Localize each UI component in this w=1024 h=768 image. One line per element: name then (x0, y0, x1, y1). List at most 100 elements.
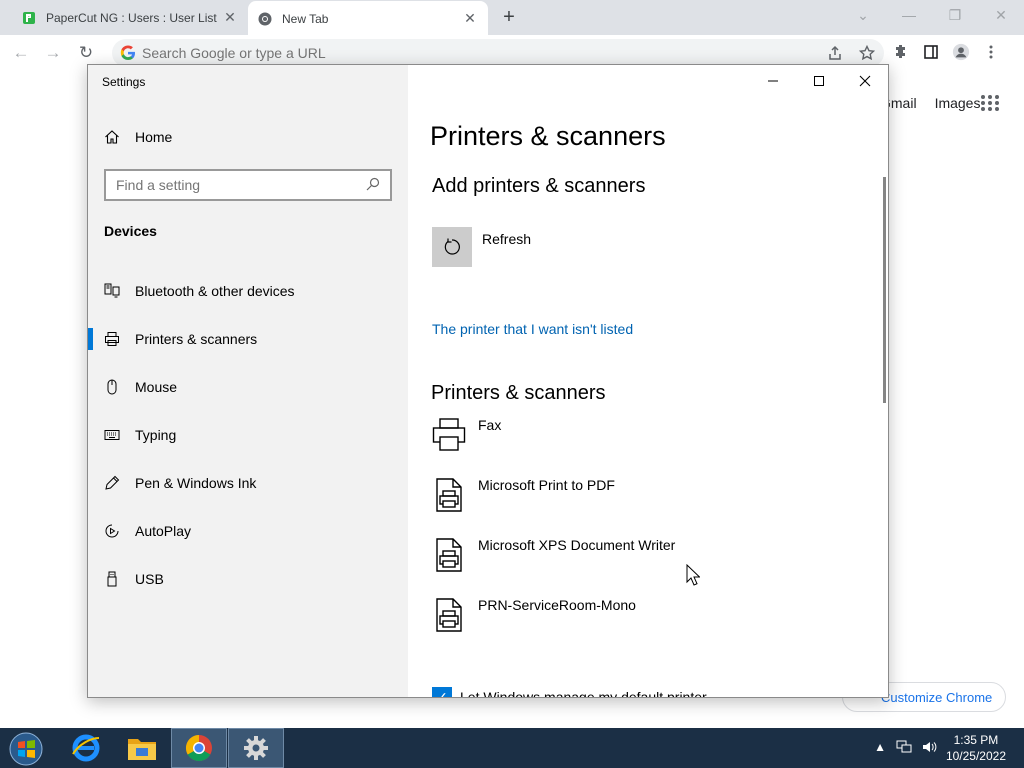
close-icon[interactable]: ✕ (462, 10, 478, 27)
devices-nav-list: Bluetooth & other devices Printers & sca… (88, 267, 408, 603)
clock-time: 1:35 PM (953, 733, 999, 747)
start-button[interactable] (8, 731, 44, 767)
reload-icon[interactable]: ↻ (73, 40, 99, 66)
printer-icon (104, 331, 120, 347)
printers-list-heading: Printers & scanners (431, 382, 606, 404)
profile-avatar-icon[interactable] (952, 43, 970, 61)
tab-new-tab[interactable]: New Tab ✕ (248, 1, 488, 36)
google-icon (120, 45, 135, 60)
bluetooth-devices-icon (104, 283, 120, 299)
side-panel-icon[interactable] (922, 43, 940, 61)
section-label-devices: Devices (104, 223, 157, 239)
search-icon[interactable] (366, 177, 380, 194)
sidebar-item-typing[interactable]: Typing (88, 411, 408, 459)
menu-kebab-icon[interactable] (982, 43, 1000, 61)
clock-date: 10/25/2022 (945, 749, 1006, 763)
checkbox-label: Let Windows manage my default printer (460, 689, 707, 698)
apps-grid-icon[interactable] (980, 94, 1000, 112)
taskbar-clock[interactable]: 1:35 PM 10/25/2022 (946, 732, 1006, 764)
sidebar-item-label: AutoPlay (135, 523, 192, 539)
new-tab-button[interactable]: + (498, 6, 520, 28)
refresh-icon (444, 238, 460, 255)
close-icon[interactable]: ✕ (222, 9, 238, 26)
usb-icon (104, 571, 120, 587)
keyboard-icon (104, 427, 120, 443)
printer-item-pdf[interactable]: Microsoft Print to PDF (432, 475, 675, 535)
tab-title: New Tab (282, 11, 329, 26)
sidebar-item-bluetooth[interactable]: Bluetooth & other devices (88, 267, 408, 315)
printer-name: Microsoft XPS Document Writer (478, 537, 676, 553)
default-printer-checkbox-row[interactable]: ✓ Let Windows manage my default printer (432, 687, 707, 698)
tab-title: PaperCut NG : Users : User List (46, 10, 217, 25)
settings-taskbar-button[interactable] (228, 728, 284, 768)
document-printer-icon (432, 595, 466, 635)
document-printer-icon (432, 475, 466, 515)
sidebar-item-autoplay[interactable]: AutoPlay (88, 507, 408, 555)
sidebar-item-mouse[interactable]: Mouse (88, 363, 408, 411)
show-hidden-icons-icon[interactable]: ▲ (874, 740, 886, 757)
extensions-icon[interactable] (892, 43, 910, 61)
home-label: Home (135, 129, 173, 145)
fax-printer-icon (432, 415, 466, 455)
sidebar-item-pen[interactable]: Pen & Windows Ink (88, 459, 408, 507)
images-link[interactable]: Images (935, 95, 981, 111)
star-icon[interactable] (858, 44, 876, 62)
sidebar-item-usb[interactable]: USB (88, 555, 408, 603)
document-printer-icon (432, 535, 466, 575)
forward-icon[interactable]: → (40, 40, 66, 66)
omnibox[interactable] (112, 39, 884, 67)
printer-name: Microsoft Print to PDF (478, 477, 615, 493)
internet-explorer-icon (72, 734, 100, 762)
windows-taskbar: ▲ 1:35 PM 10/25/2022 (0, 728, 1024, 768)
back-icon[interactable]: ← (8, 40, 34, 66)
window-title: Settings (102, 75, 146, 89)
refresh-label: Refresh (482, 231, 532, 247)
refresh-tile[interactable] (432, 227, 472, 267)
printer-item-xps[interactable]: Microsoft XPS Document Writer (432, 535, 675, 595)
settings-window: Settings Home Devices Bluetooth & other … (87, 64, 889, 698)
close-icon[interactable]: ✕ (978, 0, 1024, 30)
omnibox-input[interactable] (142, 45, 742, 61)
add-printers-heading: Add printers & scanners (432, 175, 646, 197)
chrome-icon (258, 12, 272, 26)
sidebar-item-label: USB (135, 571, 164, 587)
printer-not-listed-link[interactable]: The printer that I want isn't listed (432, 321, 633, 337)
sidebar-item-label: Typing (135, 427, 177, 443)
sidebar-item-label: Printers & scanners (135, 331, 258, 347)
restore-icon[interactable]: ❐ (932, 0, 978, 30)
gear-icon (244, 736, 268, 760)
minimize-icon[interactable]: — (886, 0, 932, 30)
sidebar-item-label: Mouse (135, 379, 178, 395)
chrome-taskbar-button[interactable] (171, 728, 227, 768)
sidebar-item-printers[interactable]: Printers & scanners (88, 315, 408, 363)
refresh-button[interactable]: Refresh (432, 227, 531, 267)
network-icon[interactable] (896, 740, 912, 757)
printer-item-serviceroom[interactable]: PRN-ServiceRoom-Mono (432, 595, 675, 655)
checkbox-checked-icon[interactable]: ✓ (432, 687, 452, 697)
share-icon[interactable] (826, 44, 844, 62)
autoplay-icon (104, 523, 120, 539)
printer-list: Fax Microsoft Print to PDF Microsoft XPS… (432, 415, 675, 655)
chrome-icon (185, 734, 212, 762)
internet-explorer-taskbar-button[interactable] (58, 728, 114, 768)
file-explorer-taskbar-button[interactable] (114, 728, 170, 768)
browser-window-controls: ⌄ — ❐ ✕ (840, 0, 1024, 30)
printer-name: Fax (478, 417, 502, 433)
sidebar-item-home[interactable]: Home (104, 129, 172, 145)
content-scrollbar[interactable] (883, 177, 886, 403)
mouse-icon (104, 379, 120, 395)
customize-chrome-label: Customize Chrome (881, 689, 993, 705)
find-setting-input[interactable] (116, 177, 366, 193)
volume-icon[interactable] (922, 740, 938, 757)
sidebar-item-label: Pen & Windows Ink (135, 475, 257, 491)
tab-papercut[interactable]: PaperCut NG : Users : User List ✕ (12, 0, 248, 35)
mouse-cursor-icon (686, 564, 700, 586)
printer-item-fax[interactable]: Fax (432, 415, 675, 475)
home-icon (104, 129, 120, 145)
sidebar-item-label: Bluetooth & other devices (135, 283, 295, 299)
chevron-down-icon[interactable]: ⌄ (840, 0, 886, 30)
page-title: Printers & scanners (430, 121, 666, 151)
ntp-links: Gmail Images (880, 95, 980, 111)
find-setting-box[interactable] (104, 169, 392, 201)
settings-content: Printers & scanners Add printers & scann… (408, 65, 888, 698)
